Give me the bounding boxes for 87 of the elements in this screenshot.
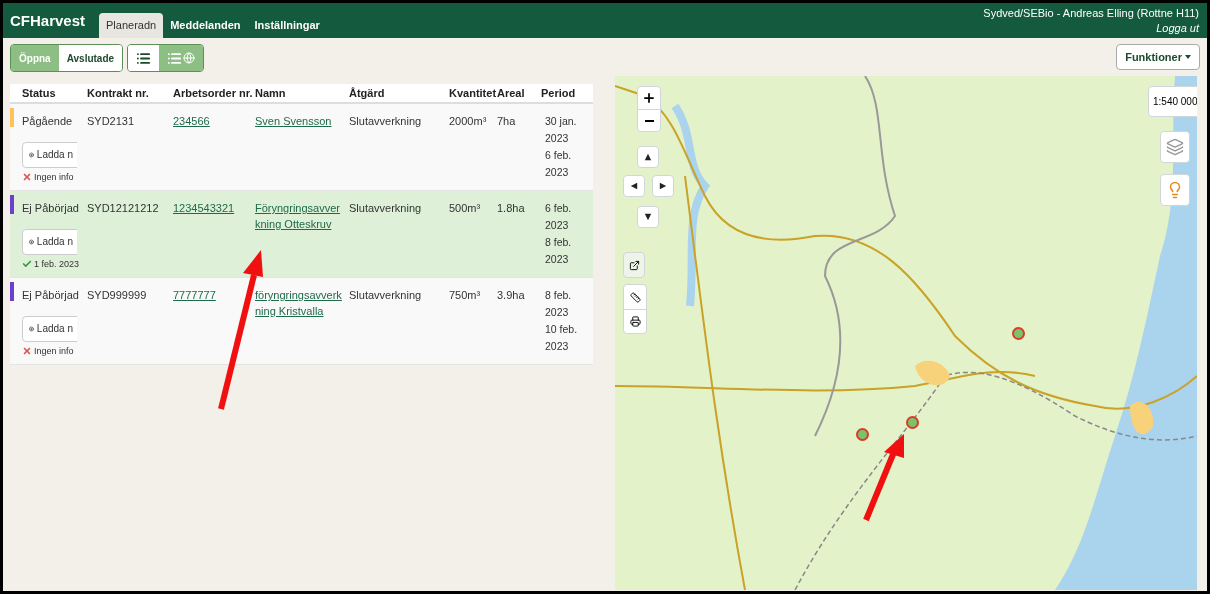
action-text: Slutavverkning [349,114,423,129]
action-text: Slutavverkning [349,201,423,216]
column-header: Namn [255,85,287,101]
lightbulb-button[interactable] [1160,174,1190,206]
contract-number: SYD999999 [87,288,148,303]
list-view-button[interactable] [128,45,160,71]
column-header: Åtgärd [349,85,386,101]
order-link[interactable]: 234566 [173,115,210,127]
logout-link[interactable]: Logga ut [1156,20,1199,36]
status-text: Ej Påbörjad [22,288,79,303]
download-button[interactable]: Ladda n [22,228,77,255]
download-button[interactable]: Ladda n [22,141,77,168]
column-header: Kontrakt nr. [87,85,150,101]
check-icon [22,259,32,270]
nav-tab[interactable]: Planeradn [99,13,164,38]
info-text: Ingen info [34,344,74,358]
caret-icon [1185,55,1191,59]
triangle-icon [659,182,667,190]
column-header: Areal [497,85,526,101]
quantity-text: 2000m³ [449,114,488,129]
column-header: Period [541,85,577,101]
column-header: Arbetsorder nr. [173,85,254,101]
layers-button[interactable] [1160,131,1190,163]
area-text: 7ha [497,114,517,129]
brand-logo: CFHarvest [10,10,86,31]
info-text: Ingen info [34,170,74,184]
table-row[interactable]: Pågående Ladda n Ingen info SYD2131 234566 Sven Svensson Slutavverkning 2000m³ 7ha 30 jan. 2023 6 feb. 2023 [10,104,593,191]
area-text: 1.8ha [497,201,526,216]
period-text: 6 feb. [545,148,573,163]
download-icon [29,236,34,247]
download-icon [29,149,34,160]
nav-tab[interactable]: Meddelanden [163,13,248,38]
period-text: 10 feb. [545,322,579,337]
period-text: 6 feb. [545,201,573,216]
period-text: 2023 [545,165,570,180]
functions-dropdown[interactable]: Funktioner [1116,44,1200,70]
info-text: 1 feb. 2023 [34,257,80,271]
contract-number: SYD12121212 [87,201,160,216]
map-scale: 1:540 000 [1148,86,1197,117]
period-text: 8 feb. [545,288,573,303]
contract-number: SYD2131 [87,114,136,129]
list-icon [167,50,183,66]
column-header: Status [22,85,57,101]
period-text: 2023 [545,252,570,267]
status-text: Ej Påbörjad [22,201,79,216]
name-link[interactable]: föryngringsavverkning Kristvalla [255,287,343,319]
pan-right-button[interactable] [652,175,674,197]
pan-left-button[interactable] [623,175,645,197]
globe-icon [183,52,196,64]
period-text: 2023 [545,305,570,320]
pan-down-button[interactable] [637,206,659,228]
share-icon [628,259,640,271]
period-text: 2023 [545,339,570,354]
triangle-icon [644,153,652,161]
nav-tab[interactable]: Inställningar [247,13,327,38]
cross-icon [22,346,32,357]
cross-icon [22,172,32,183]
table-row[interactable]: Ej Påbörjad Ladda n 1 feb. 2023 SYD12121212 1234543321 Föryngringsavverkning Otteskruv Slutavverkning 500m³ 1.8ha 6 feb. 2023 8 feb. 2023 [10,191,593,278]
column-header: Kvantitet [449,85,497,101]
pan-up-button[interactable] [637,146,659,168]
period-text: 8 feb. [545,235,573,250]
area-text: 3.9ha [497,288,526,303]
status-text: Pågående [22,114,73,129]
layers-icon [1166,138,1184,156]
minus-icon [644,119,654,122]
user-name: Sydved/SEBio - Andreas Elling (Rottne H11) [983,5,1199,21]
print-icon [629,316,641,327]
name-link[interactable]: Föryngringsavverkning Otteskruv [255,200,343,232]
list-icon [136,50,152,66]
period-text: 2023 [545,218,570,233]
quantity-text: 750m³ [449,288,482,303]
download-icon [29,323,34,334]
action-text: Slutavverkning [349,288,423,303]
triangle-icon [630,182,638,190]
share-button[interactable] [623,252,645,278]
plus-icon [642,91,656,105]
order-link[interactable]: 7777777 [173,289,216,301]
period-text: 30 jan. [545,114,578,129]
table-row[interactable]: Ej Påbörjad Ladda n Ingen info SYD999999 7777777 föryngringsavverkning Kristvalla Slutavverkning 750m³ 3.9ha 8 feb. 2023 10 feb. 2023 [10,278,593,365]
triangle-icon [644,213,652,221]
filter-toggle[interactable]: Avslutade [58,45,123,71]
quantity-text: 500m³ [449,201,482,216]
download-button[interactable]: Ladda n [22,315,77,342]
period-text: 2023 [545,131,570,146]
name-link[interactable]: Sven Svensson [255,113,343,129]
ruler-icon [629,291,641,303]
order-link[interactable]: 1234543321 [173,202,235,214]
